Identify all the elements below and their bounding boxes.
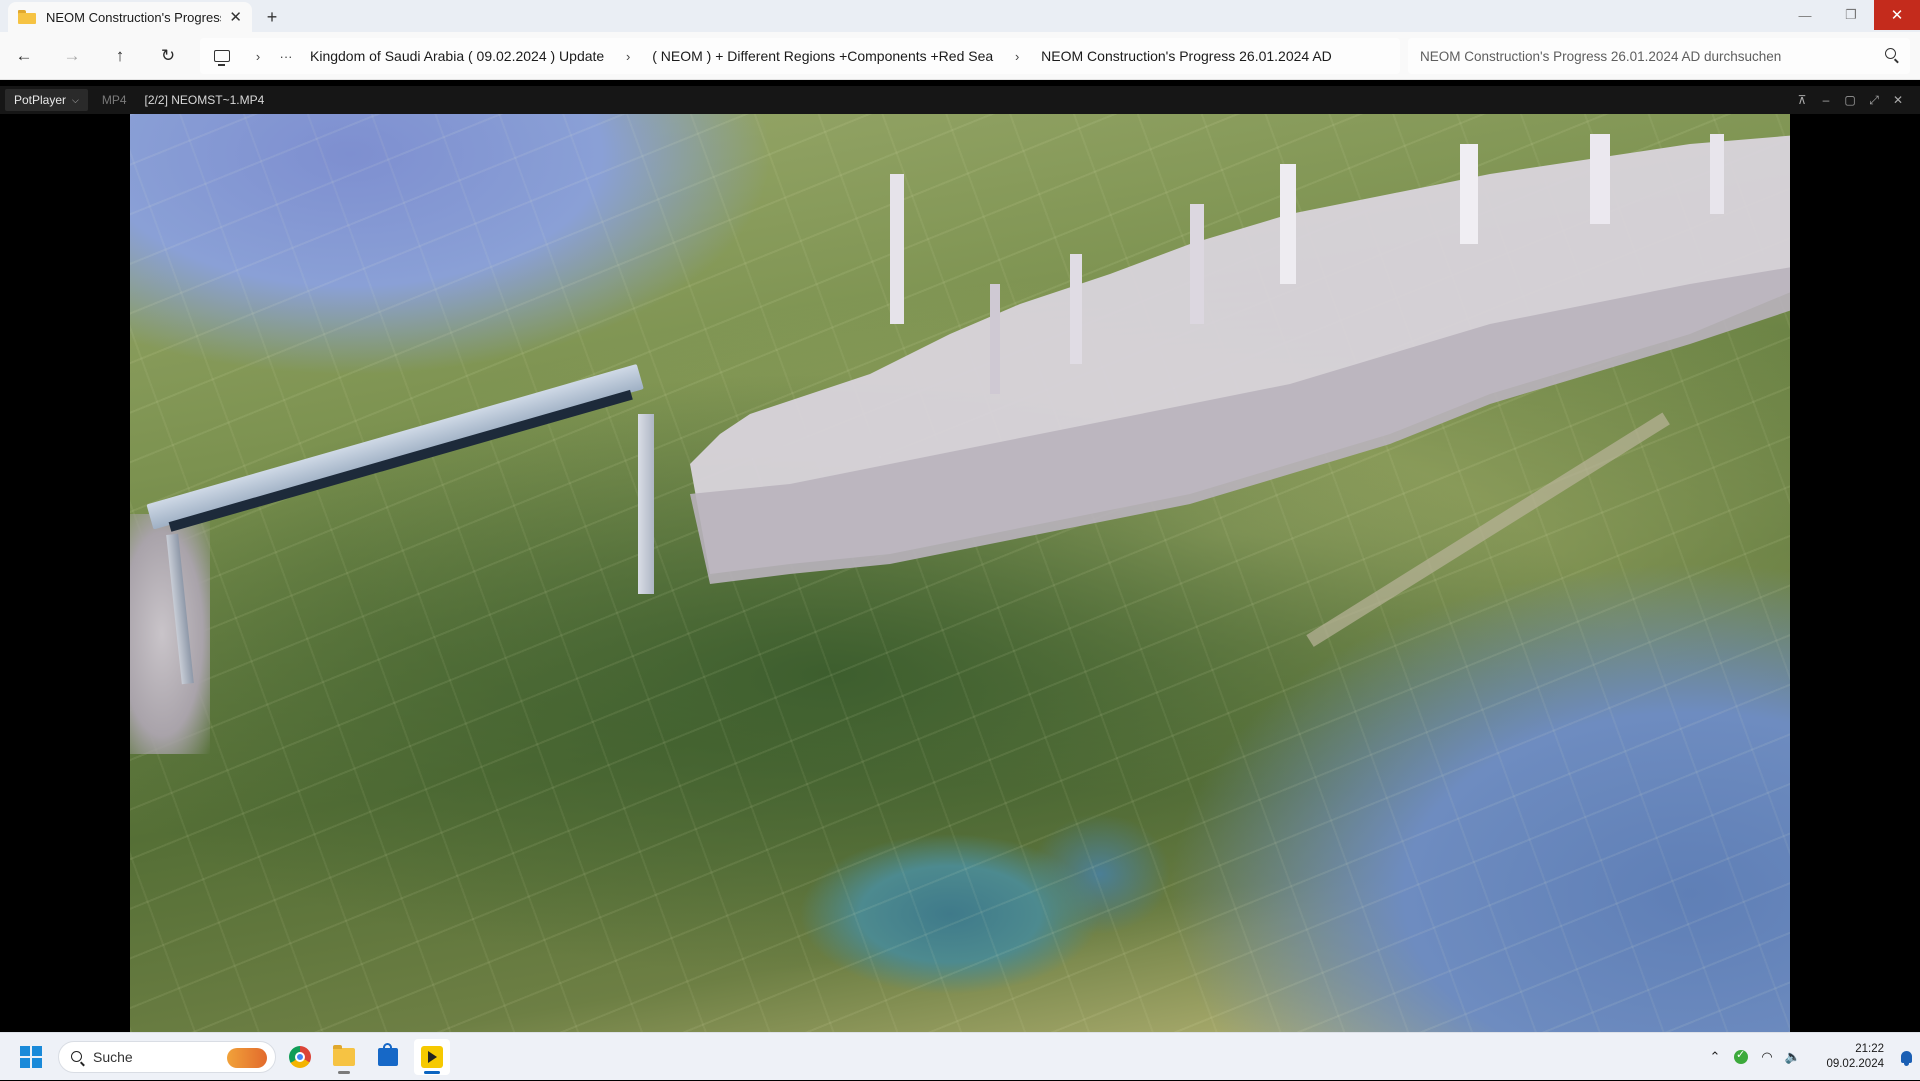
taskbar: Suche ⌃ ◠ 🔈 21:22 09.02.2024 [0, 1032, 1920, 1080]
chrome-icon [289, 1046, 311, 1068]
city-render [690, 134, 1790, 584]
file-format: MP4 [101, 93, 127, 107]
taskbar-search-placeholder: Suche [93, 1049, 133, 1065]
window-controls: — ❐ ✕ [1782, 0, 1920, 30]
player-brand: PotPlayer [14, 93, 67, 107]
player-maximize-button[interactable]: ▢ [1838, 93, 1862, 107]
search-placeholder: NEOM Construction's Progress 26.01.2024 … [1420, 48, 1782, 64]
breadcrumb-separator[interactable]: › [1003, 49, 1031, 64]
video-frame[interactable] [130, 114, 1790, 1032]
breadcrumb-separator[interactable]: › [244, 49, 272, 64]
monitor-icon [214, 50, 230, 66]
explorer-nav-bar: ← → ↑ ↻ › ··· Kingdom of Saudi Arabia ( … [0, 32, 1920, 80]
explorer-tab[interactable]: NEOM Construction's Progress ✕ [8, 2, 252, 32]
chrome-taskbar-button[interactable] [282, 1039, 318, 1075]
potplayer-taskbar-button[interactable] [414, 1039, 450, 1075]
close-button[interactable]: ✕ [1874, 0, 1920, 30]
player-close-button[interactable]: ✕ [1886, 93, 1910, 107]
explorer-taskbar-button[interactable] [326, 1039, 362, 1075]
player-title-bar: PotPlayer ⌵ MP4 [2/2] NEOMST~1.MP4 ⊼ – ▢… [0, 86, 1920, 114]
chevron-down-icon: ⌵ [72, 94, 79, 105]
structure-pillar [638, 414, 654, 594]
this-pc-button[interactable] [200, 50, 244, 66]
file-explorer-icon [333, 1045, 355, 1066]
wifi-icon[interactable]: ◠ [1754, 1049, 1780, 1065]
breadcrumb-item[interactable]: ( NEOM ) + Different Regions +Components… [642, 48, 1003, 64]
folder-search-input[interactable]: NEOM Construction's Progress 26.01.2024 … [1408, 38, 1910, 74]
volume-icon[interactable]: 🔈 [1780, 1049, 1806, 1065]
bell-icon [1900, 1051, 1912, 1066]
tab-title: NEOM Construction's Progress [46, 9, 222, 25]
more-crumbs-button[interactable]: ··· [272, 49, 300, 64]
show-hidden-icons-button[interactable]: ⌃ [1702, 1049, 1728, 1065]
potplayer-menu-button[interactable]: PotPlayer ⌵ [5, 89, 88, 111]
pin-button[interactable]: ⊼ [1790, 93, 1814, 107]
player-minimize-button[interactable]: – [1814, 93, 1838, 107]
restore-button[interactable]: ❐ [1828, 0, 1874, 30]
breadcrumb-separator[interactable]: › [614, 49, 642, 64]
back-button[interactable]: ← [0, 36, 48, 76]
up-button[interactable]: ↑ [96, 36, 144, 76]
taskbar-search-input[interactable]: Suche [58, 1041, 276, 1073]
clock-time: 21:22 [1855, 1043, 1884, 1055]
notifications-button[interactable] [1892, 1051, 1920, 1066]
windows-start-icon[interactable] [20, 1046, 42, 1068]
store-taskbar-button[interactable] [370, 1039, 406, 1075]
system-tray: ⌃ ◠ 🔈 21:22 09.02.2024 [1702, 1033, 1920, 1081]
search-icon [71, 1051, 82, 1062]
minimize-button[interactable]: — [1782, 0, 1828, 30]
file-name: [2/2] NEOMST~1.MP4 [144, 93, 265, 107]
breadcrumb-item[interactable]: Kingdom of Saudi Arabia ( 09.02.2024 ) U… [300, 48, 614, 64]
breadcrumb-item[interactable]: NEOM Construction's Progress 26.01.2024 … [1031, 48, 1342, 64]
active-indicator [424, 1071, 440, 1074]
video-area[interactable] [0, 114, 1920, 1032]
forward-button[interactable]: → [48, 36, 96, 76]
refresh-button[interactable]: ↻ [144, 36, 192, 76]
security-icon[interactable] [1728, 1048, 1754, 1064]
player-fullscreen-button[interactable]: ⤢ [1862, 93, 1886, 108]
clock[interactable]: 21:22 09.02.2024 [1806, 1042, 1884, 1072]
new-tab-button[interactable]: + [252, 2, 292, 32]
potplayer-icon [421, 1046, 443, 1068]
microsoft-store-icon [378, 1043, 398, 1066]
tab-close-button[interactable]: ✕ [229, 8, 242, 26]
folder-icon [18, 10, 36, 24]
clock-date: 09.02.2024 [1826, 1058, 1884, 1070]
address-bar[interactable]: › ··· Kingdom of Saudi Arabia ( 09.02.20… [200, 38, 1400, 74]
search-icon[interactable] [1885, 48, 1896, 59]
search-highlight-icon [227, 1048, 267, 1068]
player-window-controls: ⊼ – ▢ ⤢ ✕ [1790, 86, 1910, 114]
running-indicator [338, 1071, 350, 1074]
explorer-tab-bar: NEOM Construction's Progress ✕ + — ❐ ✕ [0, 0, 1920, 32]
